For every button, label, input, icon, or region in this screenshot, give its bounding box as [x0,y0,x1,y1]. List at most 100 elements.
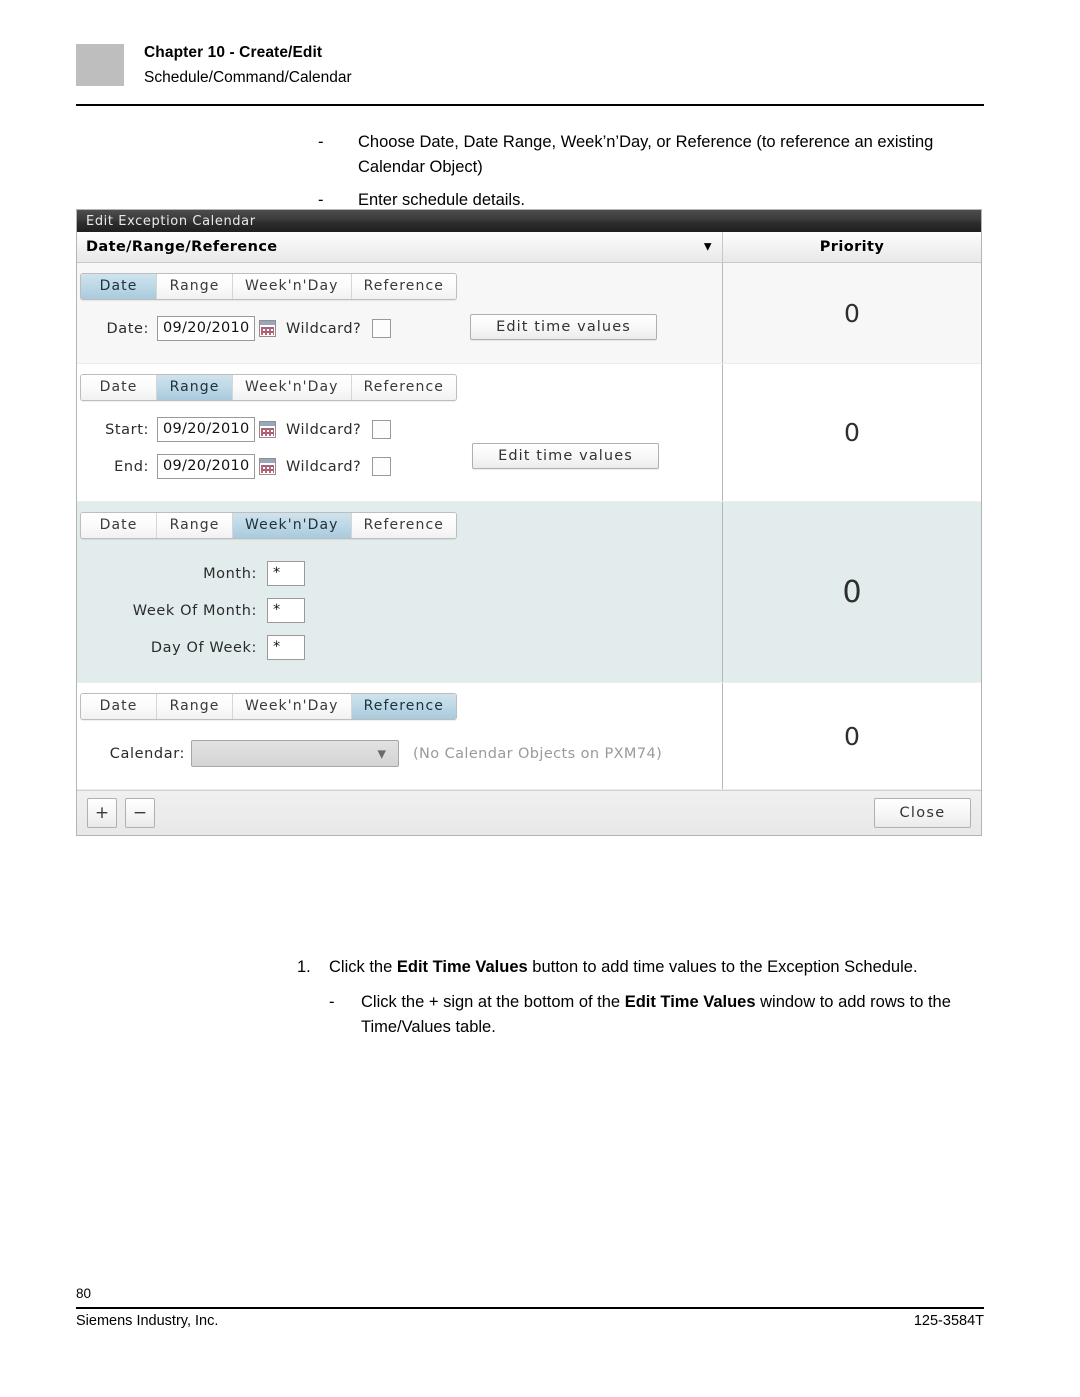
week-of-month-label: Week Of Month: [132,602,257,619]
step-marker: - [329,993,335,1011]
page-subtitle: Schedule/Command/Calendar [144,69,352,86]
dialog-titlebar: Edit Exception Calendar [77,210,981,232]
end-date-input[interactable] [157,454,255,479]
tab-weeknday[interactable]: Week'n'Day [233,513,352,538]
chevron-down-icon[interactable]: ▼ [704,242,712,253]
row-content: Date Range Week'n'Day Reference Start: W… [77,364,722,501]
tabstrip-row-4: Date Range Week'n'Day Reference [80,693,457,720]
priority-cell[interactable]: 0 [723,364,981,501]
tab-range[interactable]: Range [157,375,233,400]
table-row[interactable]: Date Range Week'n'Day Reference Calendar… [77,683,981,790]
tab-date[interactable]: Date [81,375,157,400]
priority-cell[interactable]: 0 [723,683,981,789]
calendar-icon[interactable] [259,421,276,438]
date-input[interactable] [157,316,255,341]
start-date-input[interactable] [157,417,255,442]
wildcard-label: Wildcard? [286,421,362,438]
edit-exception-calendar-dialog: Edit Exception Calendar Date/Range/Refer… [76,209,982,836]
no-calendar-objects-hint: (No Calendar Objects on PXM74) [413,745,663,762]
bullet-marker: - [318,133,324,151]
end-label: End: [114,458,149,475]
form-area-row-3: Month: Week Of Month: Day Of Week: [77,561,722,660]
calendar-label: Calendar: [109,745,185,762]
tab-reference[interactable]: Reference [351,274,456,299]
remove-row-button[interactable]: − [125,798,155,828]
dialog-title: Edit Exception Calendar [86,213,256,229]
step-text: Click the + sign at the bottom of the Ed… [361,990,997,1040]
header-divider [76,104,984,106]
calendar-icon[interactable] [259,320,276,337]
month-label: Month: [203,565,257,582]
tab-weeknday[interactable]: Week'n'Day [233,694,352,719]
tab-weeknday[interactable]: Week'n'Day [233,375,352,400]
column-header-label: Priority [819,239,885,255]
tab-range[interactable]: Range [157,694,233,719]
tab-reference[interactable]: Reference [351,375,456,400]
week-of-month-input[interactable] [267,598,305,623]
step-text: Click the Edit Time Values button to add… [329,955,997,980]
row-content: Date Range Week'n'Day Reference Date: Wi… [77,263,722,363]
page-number: 80 [76,1286,92,1301]
add-row-button[interactable]: + [87,798,117,828]
calendar-field-line: Calendar: ▼ (No Calendar Objects on PXM7… [93,740,722,767]
calendar-select[interactable]: ▼ [191,740,399,767]
month-field-line: Month: [77,561,722,586]
tabstrip-row-3: Date Range Week'n'Day Reference [80,512,457,539]
wildcard-checkbox[interactable] [372,319,392,338]
priority-cell[interactable]: 0 [723,263,981,363]
start-label: Start: [105,421,149,438]
table-row[interactable]: Date Range Week'n'Day Reference Date: Wi… [77,263,981,364]
wildcard-checkbox[interactable] [372,457,392,476]
tab-reference[interactable]: Reference [351,513,456,538]
tab-reference[interactable]: Reference [351,694,456,719]
calendar-icon[interactable] [259,458,276,475]
week-of-month-field-line: Week Of Month: [77,598,722,623]
tabstrip-row-1: Date Range Week'n'Day Reference [80,273,457,300]
edit-time-values-button[interactable]: Edit time values [470,314,657,340]
step-text-part1: Click the [329,958,397,976]
column-header-date-range-reference[interactable]: Date/Range/Reference ▼ [77,232,722,262]
tab-range[interactable]: Range [157,274,233,299]
day-of-week-field-line: Day Of Week: [77,635,722,660]
tab-weeknday[interactable]: Week'n'Day [233,274,352,299]
tab-date[interactable]: Date [81,274,157,299]
row-content: Date Range Week'n'Day Reference Month: W… [77,502,722,682]
tab-range[interactable]: Range [157,513,233,538]
day-of-week-input[interactable] [267,635,305,660]
grid-column-headers: Date/Range/Reference ▼ Priority [77,232,981,263]
step-text-bold: Edit Time Values [624,993,756,1011]
day-of-week-label: Day Of Week: [150,639,257,656]
footer-company: Siemens Industry, Inc. [76,1313,219,1329]
header-color-swatch [76,44,124,86]
step-marker: 1. [297,958,311,976]
step-text-part2: button to add time values to the Excepti… [527,958,918,976]
tab-date[interactable]: Date [81,513,157,538]
page-title: Chapter 10 - Create/Edit [144,44,323,61]
list-item: - Click the + sign at the bottom of the … [329,990,997,1040]
table-row[interactable]: Date Range Week'n'Day Reference Month: W… [77,502,981,683]
wildcard-label: Wildcard? [286,458,362,475]
list-item: 1. Click the Edit Time Values button to … [297,955,997,980]
table-row[interactable]: Date Range Week'n'Day Reference Start: W… [77,364,981,502]
dialog-footer: + − Close [77,790,981,835]
tabstrip-row-2: Date Range Week'n'Day Reference [80,374,457,401]
intro-bullet-list: - Choose Date, Date Range, Week’n’Day, o… [318,130,998,221]
month-input[interactable] [267,561,305,586]
column-header-label: Date/Range/Reference [86,239,278,255]
bullet-text: Choose Date, Date Range, Week’n’Day, or … [358,133,934,176]
column-header-priority[interactable]: Priority [723,232,981,262]
step-text-bold: Edit Time Values [396,958,528,976]
wildcard-label: Wildcard? [286,320,362,337]
chevron-down-icon: ▼ [377,747,386,760]
steps-list: 1. Click the Edit Time Values button to … [297,955,997,1040]
tab-date[interactable]: Date [81,694,157,719]
edit-time-values-button[interactable]: Edit time values [472,443,659,469]
page-header: Chapter 10 - Create/Edit Schedule/Comman… [76,44,984,102]
row-content: Date Range Week'n'Day Reference Calendar… [77,683,722,789]
priority-cell[interactable]: 0 [723,502,981,682]
wildcard-checkbox[interactable] [372,420,392,439]
close-button[interactable]: Close [874,798,971,828]
form-area-row-4: Calendar: ▼ (No Calendar Objects on PXM7… [77,740,722,767]
date-label: Date: [106,320,149,337]
footer-divider [76,1307,984,1309]
